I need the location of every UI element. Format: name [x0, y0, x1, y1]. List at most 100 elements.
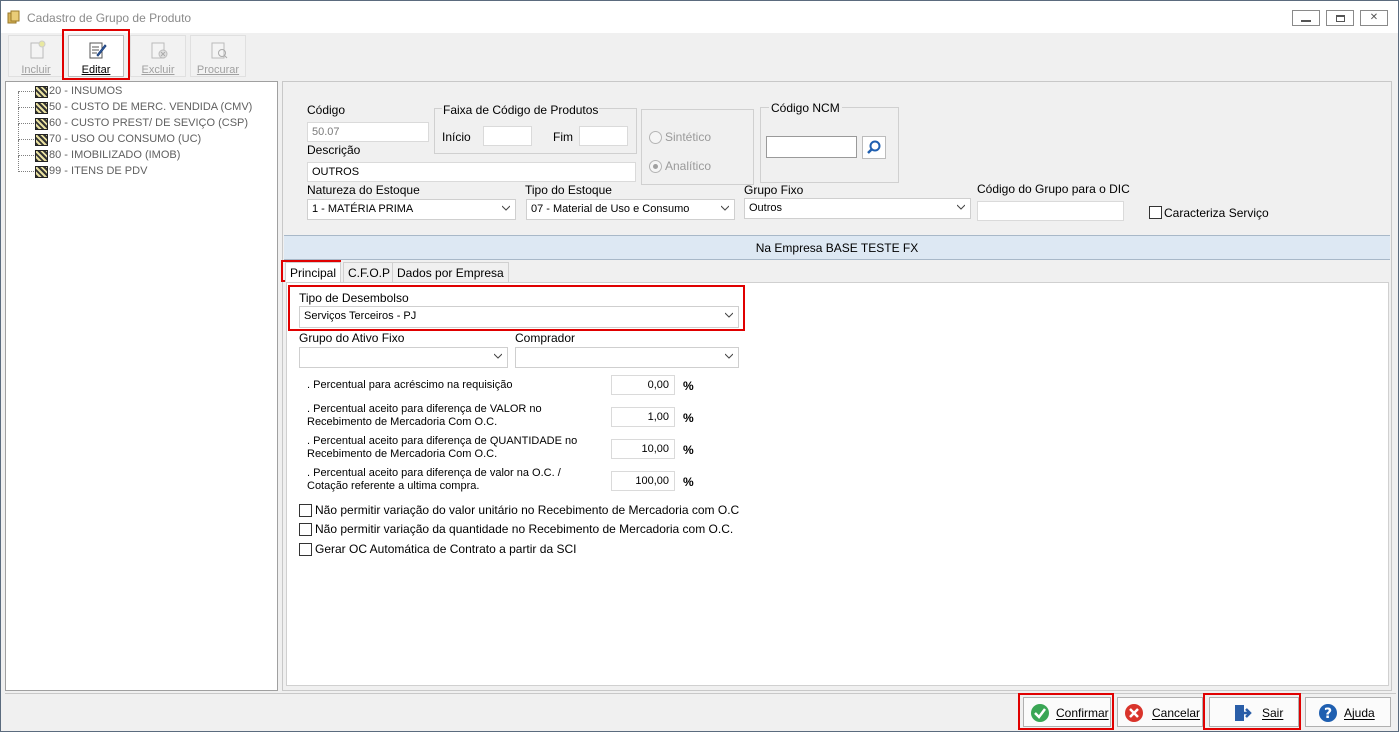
percentual-acrescimo-field[interactable]: 0,00 — [611, 375, 675, 395]
nao-permitir-quantidade-checkbox[interactable] — [299, 523, 312, 536]
analitico-radio[interactable] — [649, 160, 662, 173]
tipo-estoque-label: Tipo do Estoque — [525, 183, 612, 197]
group-node-icon — [35, 134, 48, 146]
ncm-label: Código NCM — [769, 101, 842, 115]
percent-sign: % — [683, 443, 694, 457]
nao-permitir-valor-checkbox[interactable] — [299, 504, 312, 517]
tipo-desembolso-select[interactable]: Serviços Terceiros - PJ — [299, 306, 739, 328]
ajuda-button[interactable]: ? Ajuda — [1305, 697, 1391, 727]
codigo-field[interactable]: 50.07 — [307, 122, 429, 142]
percentual-label: . Percentual aceito para diferença de va… — [307, 467, 561, 492]
empresa-banner: Na Empresa BASE TESTE FX — [284, 235, 1390, 260]
group-node-icon — [35, 150, 48, 162]
tab-principal[interactable]: Principal — [285, 262, 342, 282]
close-icon: ✕ — [1369, 12, 1379, 23]
nao-permitir-quantidade-label: Não permitir variação da quantidade no R… — [315, 522, 734, 536]
svg-text:?: ? — [1324, 706, 1332, 722]
incluir-button[interactable]: Incluir — [8, 35, 64, 77]
group-node-icon — [35, 166, 48, 178]
codigo-dic-field[interactable] — [977, 201, 1124, 221]
tipo-estoque-select[interactable]: 07 - Material de Uso e Consumo — [526, 199, 735, 220]
detail-panel: Código 50.07 Descrição OUTROS Faixa de C… — [282, 81, 1392, 691]
tree-item[interactable]: 20 - INSUMOS — [6, 84, 266, 100]
natureza-select[interactable]: 1 - MATÉRIA PRIMA — [307, 199, 516, 220]
tree-item[interactable]: 99 - ITENS DE PDV — [6, 156, 266, 180]
tree-item[interactable]: 70 - USO OU CONSUMO (UC) — [6, 124, 266, 148]
percentual-cotacao-field[interactable]: 100,00 — [611, 471, 675, 491]
gerar-oc-label: Gerar OC Automática de Contrato a partir… — [315, 542, 577, 556]
main-window: Cadastro de Grupo de Produto ✕ Incluir E… — [0, 0, 1399, 732]
percentual-label: . Percentual aceito para diferença de QU… — [307, 435, 578, 460]
percentual-valor-field[interactable]: 1,00 — [611, 407, 675, 427]
cancelar-button[interactable]: Cancelar — [1117, 697, 1203, 727]
confirmar-label: Confirmar — [1056, 706, 1109, 720]
group-node-icon — [35, 102, 48, 114]
tab-principal-panel: Tipo de Desembolso Serviços Terceiros - … — [286, 282, 1389, 686]
percentual-label: . Percentual aceito para diferença de VA… — [307, 403, 542, 428]
chevron-down-icon — [494, 353, 502, 359]
cancel-icon — [1125, 704, 1143, 722]
gerar-oc-checkbox[interactable] — [299, 543, 312, 556]
tab-cfop[interactable]: C.F.O.P — [343, 262, 396, 282]
comprador-select[interactable] — [515, 347, 739, 368]
sair-button[interactable]: Sair — [1209, 697, 1299, 727]
descricao-label: Descrição — [307, 143, 361, 157]
restore-button[interactable] — [1326, 10, 1354, 26]
inicio-label: Início — [442, 130, 471, 144]
editar-button[interactable]: Editar — [68, 35, 124, 77]
analitico-label: Analítico — [665, 159, 712, 173]
group-node-icon — [35, 86, 48, 98]
fim-field[interactable] — [579, 126, 628, 146]
sintetico-radio[interactable] — [649, 131, 662, 144]
window-title: Cadastro de Grupo de Produto — [27, 11, 192, 25]
ncm-search-button[interactable] — [862, 136, 886, 159]
tree-item[interactable]: 60 - CUSTO PREST/ DE SEVIÇO (CSP) — [6, 108, 266, 132]
tipo-group — [641, 109, 754, 185]
button-bar: Confirmar Cancelar Sair ? Ajuda — [5, 693, 1396, 729]
tree-item[interactable]: 80 - IMOBILIZADO (IMOB) — [6, 140, 266, 164]
excluir-button[interactable]: Excluir — [130, 35, 186, 77]
sair-label: Sair — [1262, 706, 1284, 720]
grupo-fixo-label: Grupo Fixo — [744, 183, 804, 197]
tree-item[interactable]: 50 - CUSTO DE MERC. VENDIDA (CMV) — [6, 92, 266, 116]
exit-icon — [1235, 705, 1252, 721]
search-icon — [867, 140, 881, 154]
cancelar-label: Cancelar — [1152, 706, 1201, 720]
percentual-quantidade-field[interactable]: 10,00 — [611, 439, 675, 459]
check-icon — [1031, 704, 1049, 722]
group-node-icon — [35, 118, 48, 130]
minimize-button[interactable] — [1292, 10, 1320, 26]
codigo-dic-label: Código do Grupo para o DIC — [977, 182, 1130, 196]
sintetico-label: Sintético — [665, 130, 712, 144]
grupo-ativo-label: Grupo do Ativo Fixo — [299, 331, 405, 345]
natureza-label: Natureza do Estoque — [307, 183, 420, 197]
grupo-fixo-select[interactable]: Outros — [744, 198, 971, 219]
new-document-icon — [30, 40, 46, 59]
chevron-down-icon — [725, 312, 733, 318]
delete-document-icon — [151, 42, 168, 59]
incluir-label: Incluir — [21, 64, 51, 76]
toolbar: Incluir Editar Excluir Procurar — [5, 33, 1396, 79]
tipo-desembolso-label: Tipo de Desembolso — [299, 291, 409, 305]
descricao-field[interactable]: OUTROS — [307, 162, 636, 182]
chevron-down-icon — [502, 205, 510, 211]
tab-dados-por-empresa[interactable]: Dados por Empresa — [392, 262, 509, 282]
chevron-down-icon — [957, 204, 965, 210]
faixa-label: Faixa de Código de Produtos — [442, 103, 600, 117]
procurar-label: Procurar — [196, 64, 240, 76]
title-bar: Cadastro de Grupo de Produto ✕ — [1, 1, 1398, 33]
ncm-field[interactable] — [766, 136, 857, 158]
percentual-label: . Percentual para acréscimo na requisiçã… — [307, 379, 513, 391]
minimize-icon — [1301, 20, 1311, 22]
close-button[interactable]: ✕ — [1360, 10, 1388, 26]
chevron-down-icon — [721, 205, 729, 211]
confirmar-button[interactable]: Confirmar — [1023, 697, 1111, 727]
ajuda-label: Ajuda — [1344, 706, 1375, 720]
grupo-ativo-select[interactable] — [299, 347, 508, 368]
procurar-button[interactable]: Procurar — [190, 35, 246, 77]
comprador-label: Comprador — [515, 331, 576, 345]
caracteriza-servico-checkbox[interactable] — [1149, 206, 1162, 219]
inicio-field[interactable] — [483, 126, 532, 146]
group-tree[interactable]: 20 - INSUMOS 50 - CUSTO DE MERC. VENDIDA… — [5, 81, 278, 691]
restore-icon — [1335, 14, 1345, 22]
